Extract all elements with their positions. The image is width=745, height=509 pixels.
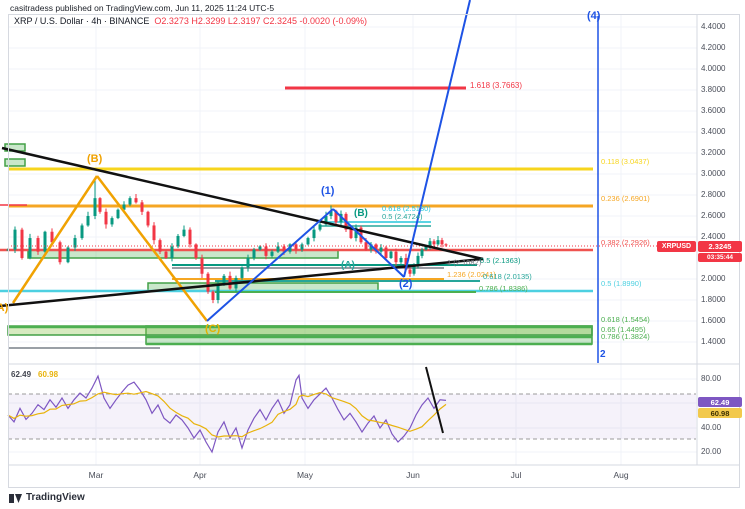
price-axis-label: 4.2000 xyxy=(701,44,725,52)
fib-level-label: 0.786 (1.3824) xyxy=(601,333,650,341)
rsi-value-badge: 62.49 xyxy=(698,397,742,407)
time-axis-label: Apr xyxy=(188,471,212,480)
rsi-ma-value: 60.98 xyxy=(38,370,58,379)
wave-label: (B) xyxy=(354,209,368,219)
rsi-ma-badge: 60.98 xyxy=(698,408,742,418)
fib-level-label: 0.618 (2.0135) xyxy=(483,273,532,281)
fib-level-label: 0.618 (1.5454) xyxy=(601,316,650,324)
price-axis-label: 1.4000 xyxy=(701,338,725,346)
price-axis-label: 3.4000 xyxy=(701,128,725,136)
time-axis-label: Jul xyxy=(504,471,528,480)
wave-label: 2 xyxy=(600,350,606,360)
symbol-title: XRP / U.S. Dollar · 4h · BINANCE xyxy=(14,16,149,26)
bar-countdown-badge: 03:35:44 xyxy=(698,253,742,262)
price-axis-label: 2.6000 xyxy=(701,212,725,220)
fib-level-label: 0.786 (1.8386) xyxy=(479,285,528,293)
wave-label: (A) xyxy=(341,261,355,271)
wave-label: (A) xyxy=(0,303,8,314)
time-axis-label: Mar xyxy=(84,471,108,480)
fib-level-label: 0.118 (3.0437) xyxy=(601,158,649,166)
symbol-name-badge: XRPUSD xyxy=(657,241,696,252)
tradingview-logo-text: TradingView xyxy=(26,492,85,503)
tradingview-logo-icon xyxy=(9,491,22,504)
elliott-abc-line xyxy=(97,176,207,321)
wave-label: (4) xyxy=(587,11,600,22)
rsi-value: 62.49 xyxy=(11,370,31,379)
fib-level-label: 1 (2.1082) xyxy=(447,259,481,267)
fib-level-label: 0.5 (2.4724) xyxy=(382,213,422,221)
price-axis-label: 1.8000 xyxy=(701,296,725,304)
wave-label: (2) xyxy=(399,279,412,290)
price-axis-label: 3.6000 xyxy=(701,107,725,115)
fib-target-label: 1.618 (3.7663) xyxy=(470,82,522,90)
wave-label: (C) xyxy=(205,324,220,335)
fib-level-label: 0.5 (2.1363) xyxy=(480,257,520,265)
ohlc-values: O2.3273 H2.3299 L2.3197 C2.3245 -0.0020 … xyxy=(154,16,367,26)
elliott-impulse-line xyxy=(404,0,470,277)
price-axis-label: 3.0000 xyxy=(701,170,725,178)
price-axis-label: 1.6000 xyxy=(701,317,725,325)
tradingview-logo[interactable]: TradingView xyxy=(9,491,85,504)
symbol-legend[interactable]: XRP / U.S. Dollar · 4h · BINANCE O2.3273 … xyxy=(14,16,367,26)
rsi-axis-label: 80.00 xyxy=(701,375,721,383)
wave-label: (1) xyxy=(321,186,334,197)
price-axis-label: 2.8000 xyxy=(701,191,725,199)
price-axis-label: 2.4000 xyxy=(701,233,725,241)
price-axis-label: 2.0000 xyxy=(701,275,725,283)
price-axis-label: 4.4000 xyxy=(701,23,725,31)
price-axis-label: 3.2000 xyxy=(701,149,725,157)
price-axis-label: 4.0000 xyxy=(701,65,725,73)
rsi-axis-label: 20.00 xyxy=(701,448,721,456)
rsi-legend[interactable]: 62.49 60.98 xyxy=(11,370,58,379)
fib-level-label: 0.382 (2.2926) xyxy=(601,239,650,247)
last-price-badge: 2.3245 xyxy=(698,241,742,252)
rsi-axis-label: 40.00 xyxy=(701,424,721,432)
time-axis-label: Jun xyxy=(401,471,425,480)
time-axis-label: May xyxy=(293,471,317,480)
price-axis-label: 3.8000 xyxy=(701,86,725,94)
fib-level-label: 0.5 (1.8990) xyxy=(601,280,641,288)
wave-label: (B) xyxy=(87,154,102,165)
time-axis-label: Aug xyxy=(609,471,633,480)
chart-canvas[interactable] xyxy=(0,0,745,509)
fib-level-label: 0.236 (2.6901) xyxy=(601,195,650,203)
tradingview-chart-snapshot: casitradess published on TradingView.com… xyxy=(0,0,745,509)
